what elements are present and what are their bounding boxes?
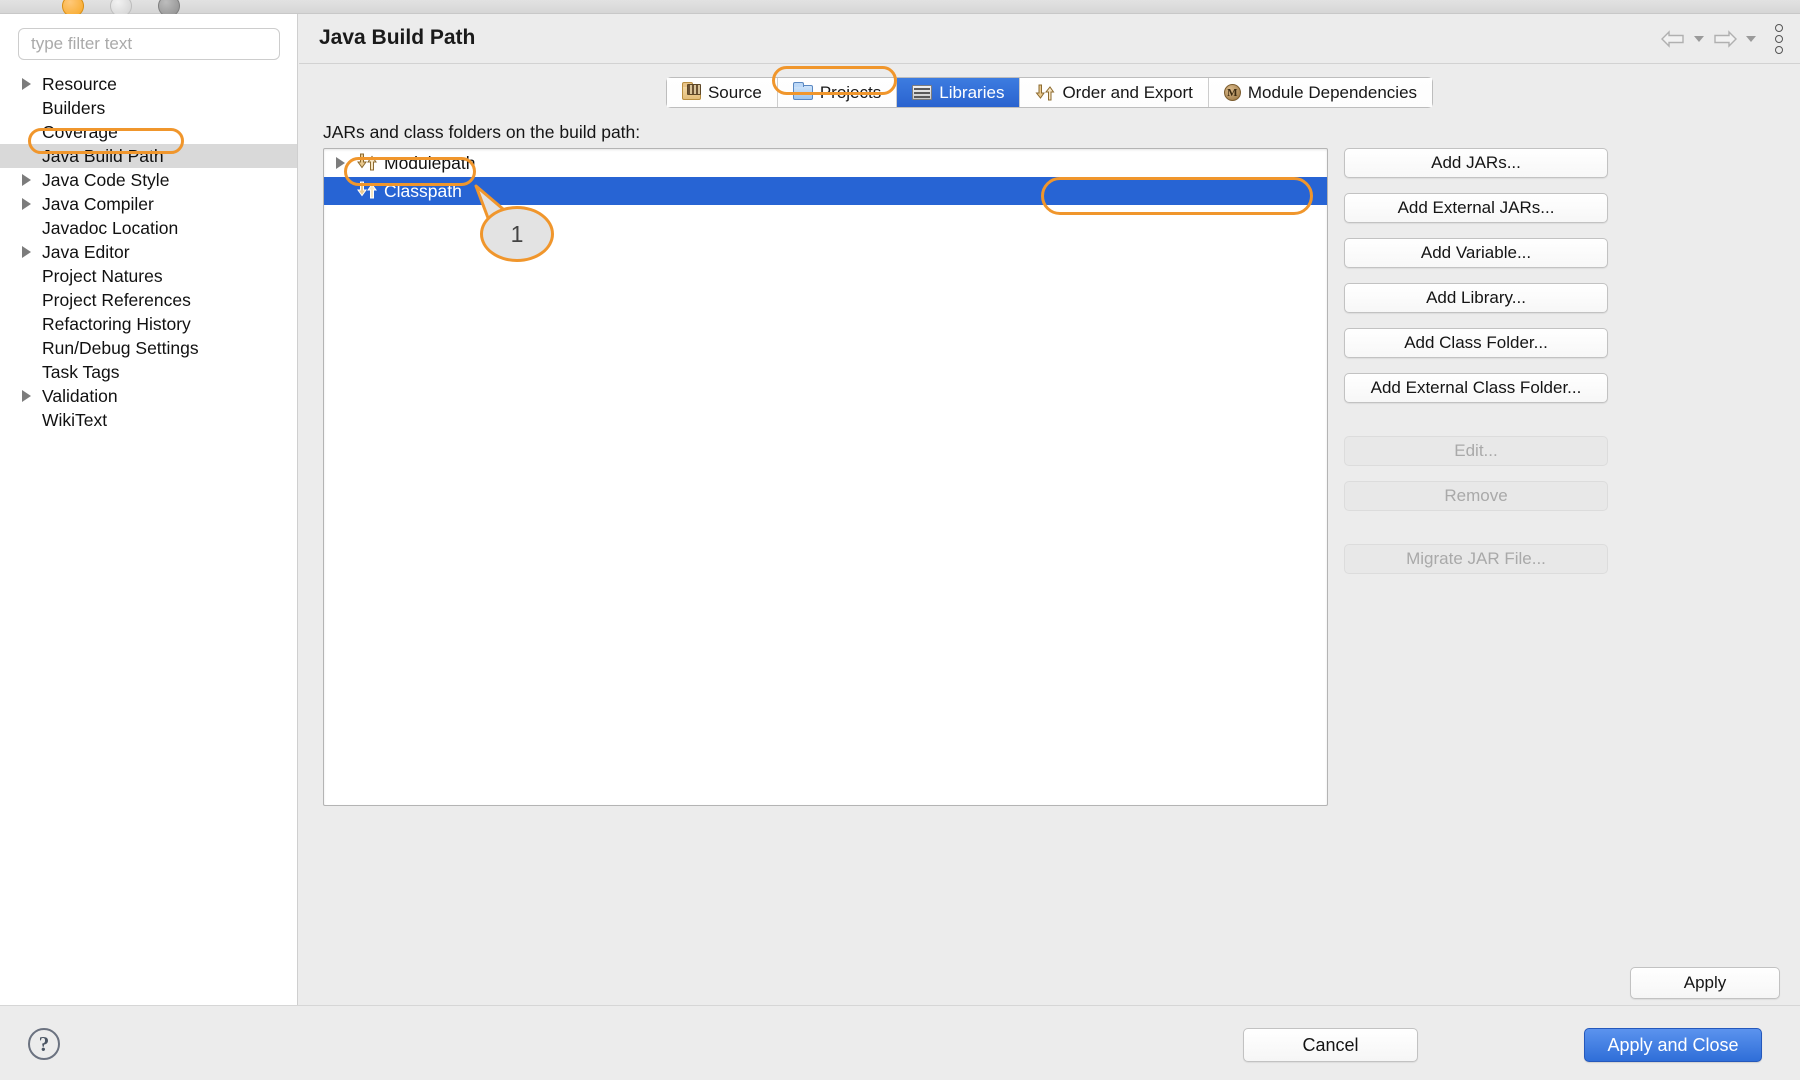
sidebar-item-task-tags[interactable]: Task Tags (0, 360, 297, 384)
tab-bar: Source Projects Libraries Order and Export M… (299, 77, 1800, 111)
sidebar-item-java-build-path[interactable]: Java Build Path (0, 144, 297, 168)
path-arrows-icon (356, 181, 380, 201)
apply-and-close-button[interactable]: Apply and Close (1584, 1028, 1762, 1062)
sidebar-item-project-natures[interactable]: Project Natures (0, 264, 297, 288)
tab-source[interactable]: Source (666, 78, 778, 107)
sidebar-tree: Resource Builders Coverage Java Build Path J… (0, 72, 297, 432)
sidebar-item-javadoc-location[interactable]: Javadoc Location (0, 216, 297, 240)
sidebar-item-builders[interactable]: Builders (0, 96, 297, 120)
sidebar-item-label: Java Compiler (42, 193, 154, 214)
add-class-folder-button[interactable]: Add Class Folder... (1344, 328, 1608, 358)
sidebar-item-label: Refactoring History (42, 313, 191, 334)
forward-arrow-icon[interactable] (1708, 25, 1742, 53)
expand-arrow-icon[interactable] (22, 168, 38, 192)
expand-arrow-icon[interactable] (336, 157, 356, 169)
sidebar-item-resource[interactable]: Resource (0, 72, 297, 96)
sidebar-item-label: WikiText (42, 409, 108, 430)
build-path-action-buttons: Add JARs... Add External JARs... Add Varia… (1344, 148, 1614, 589)
sidebar-item-label: Builders (42, 97, 106, 118)
dialog-footer: ? Cancel Apply and Close (0, 1005, 1800, 1080)
apply-button[interactable]: Apply (1630, 967, 1780, 999)
path-arrows-icon (356, 153, 380, 173)
sidebar-item-label: Project Natures (42, 265, 163, 286)
sidebar-item-label: Resource (42, 73, 117, 94)
search-input[interactable] (18, 28, 280, 60)
sidebar-item-refactoring-history[interactable]: Refactoring History (0, 312, 297, 336)
remove-button: Remove (1344, 481, 1608, 511)
sidebar-item-label: Java Code Style (42, 169, 170, 190)
filter-container (0, 14, 297, 60)
sidebar-item-label: Coverage (42, 121, 118, 142)
add-external-class-folder-button[interactable]: Add External Class Folder... (1344, 373, 1608, 403)
expand-arrow-icon[interactable] (22, 72, 38, 96)
view-menu-icon[interactable] (1766, 22, 1792, 56)
add-external-jars-button[interactable]: Add External JARs... (1344, 193, 1608, 223)
add-variable-button[interactable]: Add Variable... (1344, 238, 1608, 268)
tab-label: Order and Export (1062, 82, 1193, 102)
callout-number: 1 (510, 220, 524, 247)
add-jars-button[interactable]: Add JARs... (1344, 148, 1608, 178)
tab-label: Source (707, 82, 762, 102)
sidebar-item-coverage[interactable]: Coverage (0, 120, 297, 144)
add-library-button[interactable]: Add Library... (1344, 283, 1608, 313)
tab-libraries[interactable]: Libraries (897, 78, 1021, 107)
tab-order-and-export[interactable]: Order and Export (1020, 78, 1209, 107)
properties-dialog: Resource Builders Coverage Java Build Path J… (0, 0, 1800, 1080)
sidebar-item-run-debug-settings[interactable]: Run/Debug Settings (0, 336, 297, 360)
sidebar-item-label: Java Editor (42, 241, 130, 262)
sidebar-item-java-compiler[interactable]: Java Compiler (0, 192, 297, 216)
sidebar-item-label: Validation (42, 385, 118, 406)
sidebar-item-java-editor[interactable]: Java Editor (0, 240, 297, 264)
sidebar-item-label: Java Build Path (42, 145, 164, 166)
help-icon[interactable]: ? (28, 1028, 60, 1060)
projects-folder-icon (792, 82, 813, 100)
expand-arrow-icon[interactable] (22, 240, 38, 264)
module-badge-icon: M (1223, 84, 1241, 101)
migrate-jar-file-button: Migrate JAR File... (1344, 544, 1608, 574)
sidebar-item-label: Javadoc Location (42, 217, 179, 238)
order-export-arrows-icon (1035, 84, 1055, 101)
tab-label: Module Dependencies (1247, 82, 1418, 102)
back-arrow-icon[interactable] (1656, 25, 1690, 53)
source-folder-icon (681, 82, 701, 100)
cancel-button[interactable]: Cancel (1243, 1028, 1418, 1062)
sidebar-item-label: Project References (42, 289, 191, 310)
sidebar-item-java-code-style[interactable]: Java Code Style (0, 168, 297, 192)
nav-controls (1656, 22, 1792, 56)
libraries-icon (912, 85, 933, 100)
tab-label: Libraries (939, 82, 1005, 102)
sidebar-item-validation[interactable]: Validation (0, 384, 297, 408)
tab-group: Source Projects Libraries Order and Export M… (665, 77, 1434, 108)
tab-module-dependencies[interactable]: M Module Dependencies (1208, 78, 1433, 107)
settings-sidebar: Resource Builders Coverage Java Build Path J… (0, 14, 298, 1080)
sidebar-item-project-references[interactable]: Project References (0, 288, 297, 312)
page-title: Java Build Path (319, 26, 476, 49)
sidebar-item-label: Task Tags (42, 361, 120, 382)
forward-dropdown-icon[interactable] (1744, 25, 1758, 53)
tab-label: Projects (819, 82, 882, 102)
expand-arrow-icon[interactable] (22, 384, 38, 408)
expand-arrow-icon[interactable] (22, 192, 38, 216)
panel-label: JARs and class folders on the build path… (323, 122, 641, 142)
content-header: Java Build Path (299, 14, 1800, 64)
back-dropdown-icon[interactable] (1692, 25, 1706, 53)
window-titlebar (0, 0, 1800, 17)
tab-projects[interactable]: Projects (777, 78, 898, 107)
callout-badge-1: 1 (480, 206, 554, 262)
sidebar-item-wikitext[interactable]: WikiText (0, 408, 297, 432)
edit-button: Edit... (1344, 436, 1608, 466)
sidebar-item-label: Run/Debug Settings (42, 337, 199, 358)
